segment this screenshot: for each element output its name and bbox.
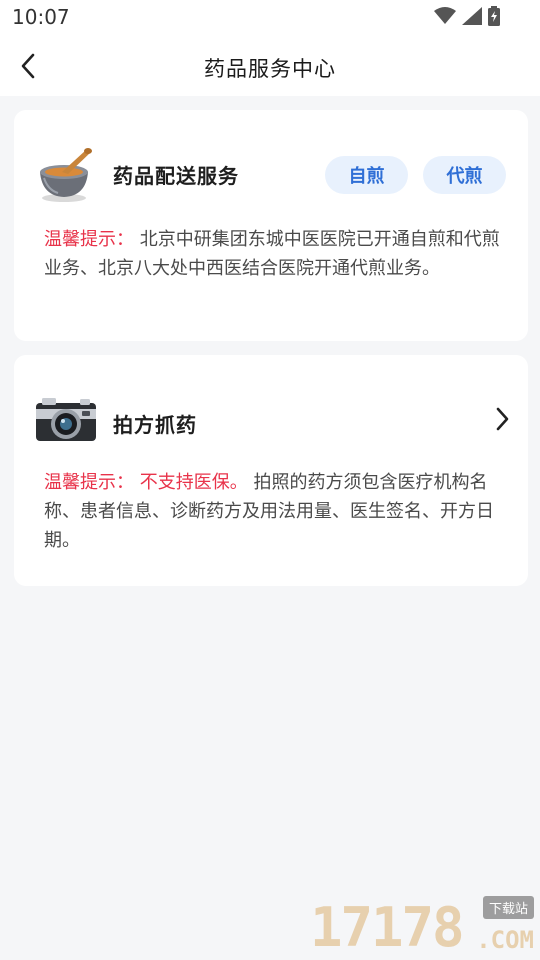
mortar-pestle-icon [34, 142, 98, 206]
delivery-service-card: 药品配送服务 自煎 代煎 温馨提示： 北京中研集团东城中医医院已开通自煎和代煎业… [14, 110, 528, 341]
battery-charging-icon [488, 6, 500, 26]
watermark-digits: 17178 [310, 896, 465, 959]
signal-icon [462, 7, 482, 25]
watermark-tag: 下载站 [482, 896, 534, 919]
proxy-decoct-button[interactable]: 代煎 [423, 156, 506, 194]
notice-warning: 不支持医保。 [139, 472, 248, 493]
page-title: 药品服务中心 [204, 57, 336, 81]
watermark-domain: .COM [476, 926, 534, 954]
notice-label: 温馨提示： [44, 229, 134, 250]
notice-text: 温馨提示： 北京中研集团东城中医医院已开通自煎和代煎业务、北京八大处中西医结合医… [44, 225, 504, 283]
self-decoct-button[interactable]: 自煎 [325, 156, 408, 194]
card-title: 拍方抓药 [113, 413, 197, 437]
status-bar: 10:07 [0, 0, 540, 40]
photo-prescription-card[interactable]: 拍方抓药 温馨提示： 不支持医保。 拍照的药方须包含医疗机构名称、患者信息、诊断… [14, 355, 528, 586]
status-time: 10:07 [12, 5, 70, 29]
card-title: 药品配送服务 [113, 164, 239, 188]
nav-bar: 药品服务中心 [0, 40, 540, 96]
notice-text: 温馨提示： 不支持医保。 拍照的药方须包含医疗机构名称、患者信息、诊断药方及用法… [44, 468, 504, 555]
chevron-right-icon[interactable] [490, 403, 514, 435]
status-icons [434, 6, 500, 26]
camera-icon [34, 387, 98, 451]
notice-label: 温馨提示： [44, 472, 134, 493]
wifi-icon [434, 7, 456, 25]
watermark: 17178 下载站 .COM [310, 896, 536, 958]
